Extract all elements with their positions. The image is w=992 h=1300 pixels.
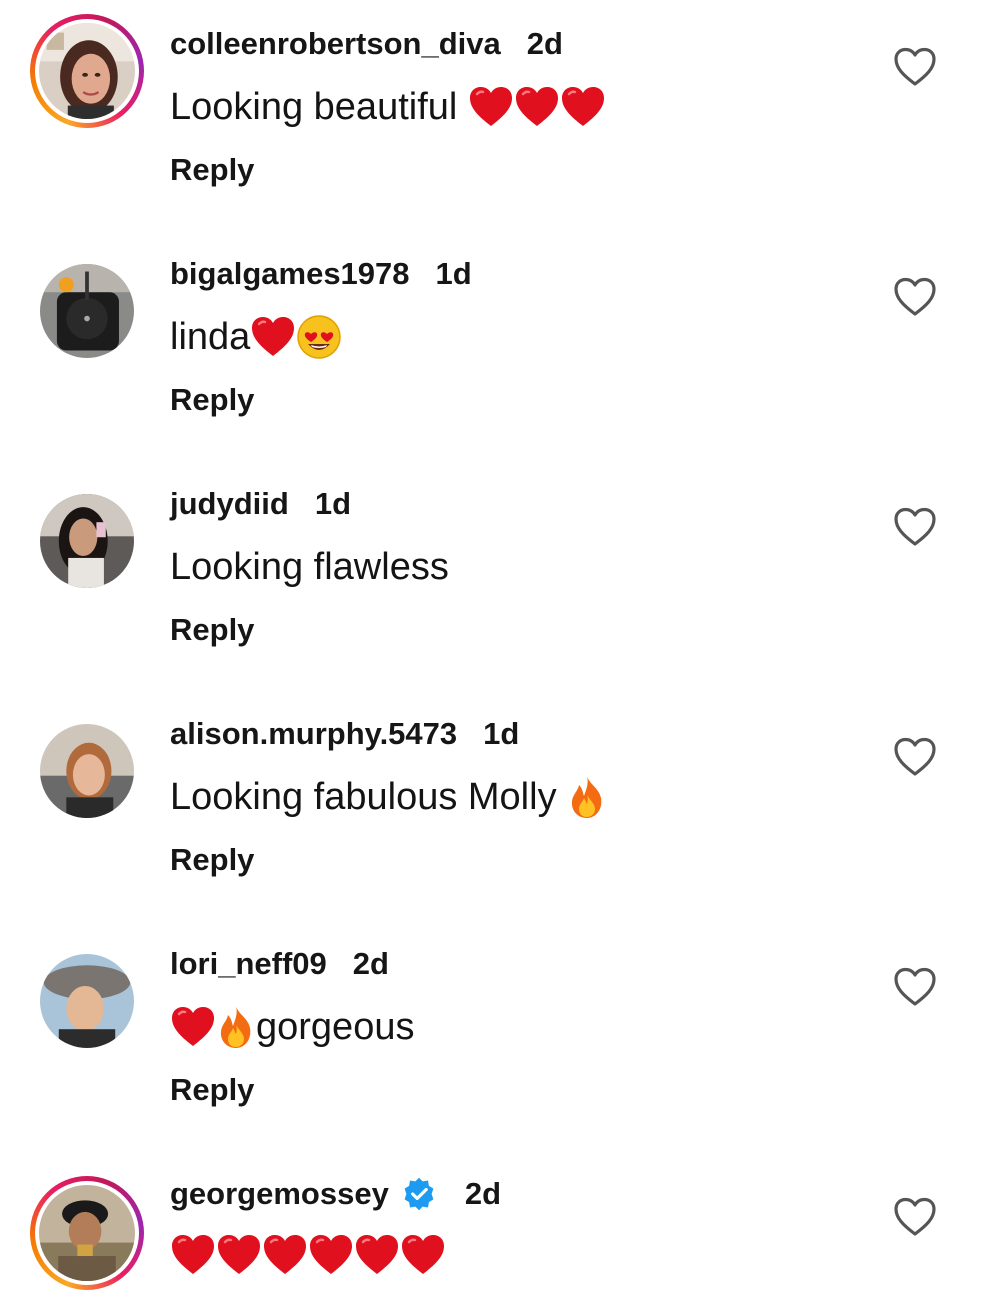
like-button[interactable]	[892, 276, 938, 318]
username[interactable]: georgemossey	[170, 1174, 389, 1214]
red-heart-emoji	[170, 1234, 216, 1276]
like-button[interactable]	[892, 1196, 938, 1238]
username[interactable]: judydiid	[170, 484, 289, 524]
comment-item: alison.murphy.5473 1d Looking fabulous M…	[0, 690, 992, 920]
fire-emoji	[567, 774, 607, 820]
username[interactable]: colleenrobertson_diva	[170, 24, 501, 64]
red-heart-emoji	[354, 1234, 400, 1276]
heart-outline-icon	[894, 967, 936, 1006]
red-heart-emoji	[468, 86, 514, 128]
comment-text-content: Looking beautiful	[170, 86, 468, 128]
comment-text: Looking beautiful	[170, 84, 606, 130]
verified-badge-icon	[401, 1176, 437, 1212]
fire-emoji	[216, 1004, 256, 1050]
comment-text: gorgeous	[170, 1004, 414, 1050]
reply-button[interactable]: Reply	[170, 1070, 254, 1110]
comment-item: lori_neff09 2d gorgeous Reply	[0, 920, 992, 1150]
reply-button[interactable]: Reply	[170, 150, 254, 190]
comment-time: 1d	[435, 256, 472, 291]
comment-header: georgemossey 2d	[170, 1174, 501, 1214]
comment-text: Looking flawless	[170, 544, 449, 590]
red-heart-emoji	[216, 1234, 262, 1276]
comment-text	[170, 1234, 446, 1276]
username[interactable]: bigalgames1978	[170, 254, 410, 294]
comment-item: judydiid 1d Looking flawless Reply	[0, 460, 992, 690]
heart-outline-icon	[894, 1197, 936, 1236]
comment-text-content: Looking fabulous Molly	[170, 776, 568, 818]
avatar	[40, 494, 134, 588]
comment-item: colleenrobertson_diva 2d Looking beautif…	[0, 0, 992, 230]
red-heart-emoji	[250, 316, 296, 358]
avatar	[39, 23, 135, 119]
red-heart-emoji	[170, 1006, 216, 1048]
comment-time: 1d	[483, 716, 520, 751]
red-heart-emoji	[400, 1234, 446, 1276]
avatar-frame[interactable]	[40, 494, 134, 588]
reply-button[interactable]: Reply	[170, 380, 254, 420]
reply-button[interactable]: Reply	[170, 610, 254, 650]
comment-time: 2d	[526, 26, 563, 61]
comment-text: Looking fabulous Molly	[170, 774, 607, 820]
avatar-story-ring[interactable]	[30, 14, 144, 128]
comment-time: 1d	[314, 486, 352, 521]
avatar	[40, 264, 134, 358]
like-button[interactable]	[892, 736, 938, 778]
comment-item: bigalgames1978 1d linda Reply	[0, 230, 992, 460]
like-button[interactable]	[892, 966, 938, 1008]
avatar	[40, 954, 134, 1048]
avatar-story-ring[interactable]	[30, 1176, 144, 1290]
comment-item: georgemossey 2d	[0, 1150, 992, 1300]
comment-text: linda	[170, 314, 342, 360]
comment-header: lori_neff09 2d	[170, 944, 389, 984]
red-heart-emoji	[308, 1234, 354, 1276]
heart-outline-icon	[894, 277, 936, 316]
comment-text-content: linda	[170, 316, 251, 358]
comment-text-content: gorgeous	[256, 1006, 415, 1048]
comment-header: bigalgames1978 1d	[170, 254, 472, 294]
username[interactable]: lori_neff09	[170, 944, 327, 984]
smiling-face-with-heart-eyes-emoji	[296, 314, 342, 360]
avatar-frame[interactable]	[40, 954, 134, 1048]
comment-text-content: Looking flawless	[170, 546, 449, 588]
red-heart-emoji	[514, 86, 560, 128]
avatar	[39, 1185, 135, 1281]
like-button[interactable]	[892, 506, 938, 548]
avatar	[40, 724, 134, 818]
avatar-frame[interactable]	[40, 264, 134, 358]
comment-time: 2d	[352, 946, 389, 981]
red-heart-emoji	[262, 1234, 308, 1276]
comment-time: 2d	[464, 1176, 502, 1211]
heart-outline-icon	[894, 737, 936, 776]
avatar-frame[interactable]	[40, 724, 134, 818]
heart-outline-icon	[894, 507, 936, 546]
red-heart-emoji	[560, 86, 606, 128]
comment-header: colleenrobertson_diva 2d	[170, 24, 563, 64]
comment-header: alison.murphy.5473 1d	[170, 714, 519, 754]
comment-header: judydiid 1d	[170, 484, 351, 524]
heart-outline-icon	[894, 47, 936, 86]
like-button[interactable]	[892, 46, 938, 88]
username[interactable]: alison.murphy.5473	[170, 714, 457, 754]
reply-button[interactable]: Reply	[170, 840, 254, 880]
